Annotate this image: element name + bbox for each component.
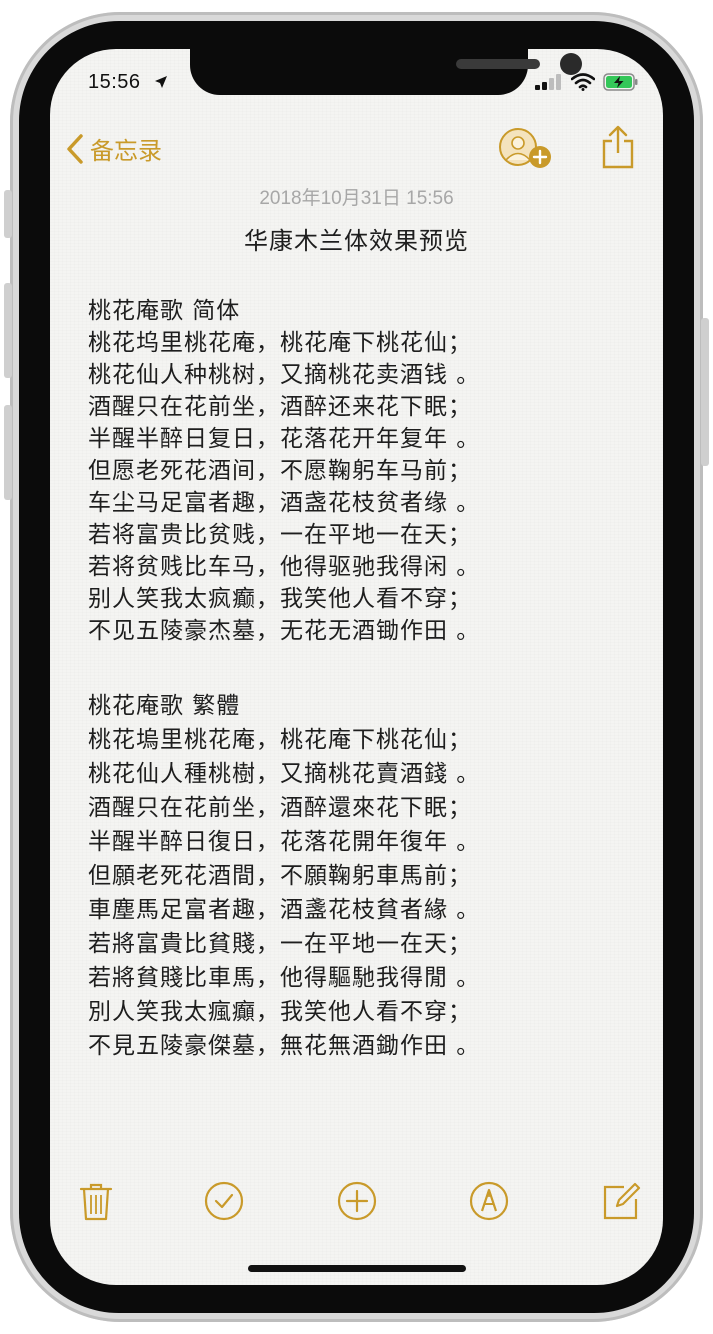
power-button bbox=[701, 318, 709, 466]
compose-button[interactable] bbox=[602, 1179, 642, 1223]
poem-line: 但愿老死花酒间，不愿鞠躬车马前； bbox=[88, 458, 472, 484]
poem-line: 酒醒只在花前坐，酒醉還來花下眠； bbox=[88, 795, 472, 821]
add-people-icon[interactable] bbox=[498, 127, 554, 171]
poem-line: 桃花仙人種桃樹，又摘桃花賣酒錢 。 bbox=[88, 761, 481, 787]
battery-charging-icon bbox=[603, 73, 638, 91]
status-time: 15:56 bbox=[88, 71, 141, 93]
volume-down-button bbox=[4, 405, 12, 500]
poem-line: 别人笑我太疯癫，我笑他人看不穿； bbox=[88, 586, 472, 612]
delete-button[interactable] bbox=[76, 1179, 116, 1223]
share-icon[interactable] bbox=[600, 125, 636, 169]
silent-switch bbox=[4, 190, 12, 238]
poem-line: 但願老死花酒間，不願鞠躬車馬前； bbox=[88, 863, 472, 889]
poem-simplified: 桃花庵歌 简体 桃花坞里桃花庵，桃花庵下桃花仙； 桃花仙人种桃树，又摘桃花卖酒钱… bbox=[88, 295, 480, 647]
poem-line: 若將富貴比貧賤，一在平地一在天； bbox=[88, 931, 472, 957]
chevron-left-icon bbox=[67, 133, 83, 164]
poem-heading: 桃花庵歌 简体 bbox=[88, 298, 241, 324]
wifi-icon bbox=[571, 73, 595, 91]
poem-line: 不見五陵豪傑墓，無花無酒鋤作田 。 bbox=[88, 1033, 481, 1059]
bottom-toolbar bbox=[50, 1179, 663, 1229]
poem-line: 若將貧賤比車馬，他得驅馳我得閒 。 bbox=[88, 965, 481, 991]
location-arrow-icon bbox=[155, 76, 167, 88]
home-indicator[interactable] bbox=[248, 1265, 466, 1272]
poem-line: 若将富贵比贫贱，一在平地一在天； bbox=[88, 522, 472, 548]
poem-line: 车尘马足富者趣，酒盏花枝贫者缘 。 bbox=[88, 490, 481, 516]
checklist-button[interactable] bbox=[204, 1179, 244, 1223]
poem-line: 若将贫贱比车马，他得驱驰我得闲 。 bbox=[88, 554, 481, 580]
poem-line: 酒醒只在花前坐，酒醉还来花下眠； bbox=[88, 394, 472, 420]
volume-up-button bbox=[4, 283, 12, 378]
checklist-icon bbox=[204, 1181, 244, 1221]
poem-line: 半醒半醉日復日，花落花開年復年 。 bbox=[88, 829, 481, 855]
markup-button[interactable] bbox=[469, 1179, 509, 1223]
signal-bars-icon bbox=[535, 74, 561, 90]
poem-line: 別人笑我太瘋癲，我笑他人看不穿； bbox=[88, 999, 472, 1025]
note-date: 2018年10月31日 15:56 bbox=[259, 188, 454, 209]
trash-icon bbox=[79, 1183, 113, 1221]
markup-pen-icon bbox=[469, 1181, 509, 1221]
notch bbox=[190, 49, 582, 95]
front-camera bbox=[560, 53, 582, 75]
poem-line: 桃花仙人种桃树，又摘桃花卖酒钱 。 bbox=[88, 362, 481, 388]
poem-line: 半醒半醉日复日，花落花开年复年 。 bbox=[88, 426, 481, 452]
note-title: 华康木兰体效果预览 bbox=[244, 227, 469, 255]
back-button[interactable]: 备忘录 bbox=[66, 131, 162, 166]
add-button[interactable] bbox=[337, 1179, 377, 1223]
poem-line: 桃花坞里桃花庵，桃花庵下桃花仙； bbox=[88, 330, 472, 356]
poem-traditional: 桃花庵歌 繁體 桃花塢里桃花庵，桃花庵下桃花仙； 桃花仙人種桃樹，又摘桃花賣酒錢… bbox=[88, 689, 480, 1063]
compose-icon bbox=[603, 1182, 641, 1220]
poem-heading: 桃花庵歌 繁體 bbox=[88, 693, 241, 719]
poem-line: 車塵馬足富者趣，酒盞花枝貧者緣 。 bbox=[88, 897, 481, 923]
poem-line: 桃花塢里桃花庵，桃花庵下桃花仙； bbox=[88, 727, 472, 753]
poem-line: 不见五陵豪杰墓，无花无酒锄作田 。 bbox=[88, 618, 481, 644]
status-icons bbox=[535, 73, 639, 91]
add-icon bbox=[337, 1181, 377, 1221]
back-label: 备忘录 bbox=[90, 137, 162, 165]
speaker-grille bbox=[456, 59, 540, 69]
screen: 15:56 备忘录 2018年10月31日 15:56 华康木兰体效果预览 桃花… bbox=[50, 49, 663, 1285]
